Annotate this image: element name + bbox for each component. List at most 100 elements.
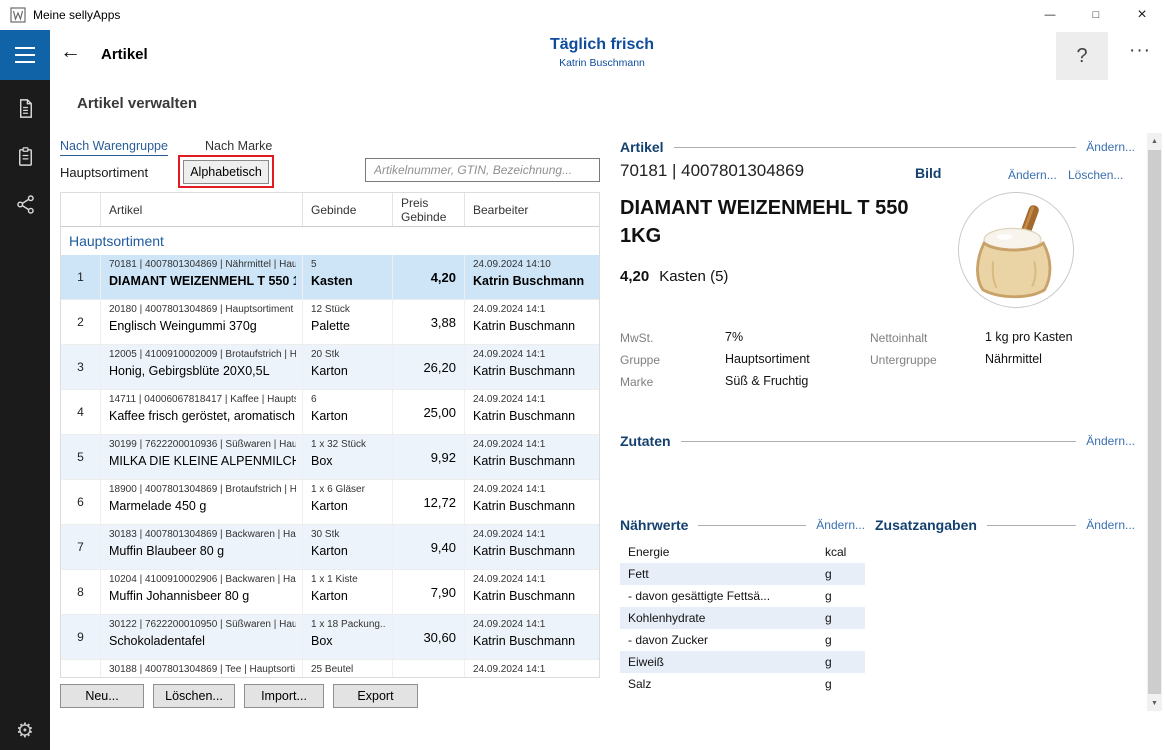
naehrwerte-row[interactable]: Eiweiß g <box>620 651 865 673</box>
delete-button[interactable]: Löschen... <box>153 684 235 708</box>
gear-icon: ⚙ <box>16 718 34 743</box>
price-cell: 3,88 <box>393 300 465 344</box>
artikel-section-title: Artikel <box>620 139 664 155</box>
zusatzangaben-section-title: Zusatzangaben <box>875 517 977 533</box>
alphabetisch-button[interactable]: Alphabetisch <box>183 160 269 184</box>
article-cell: 10204 | 4100910002906 | Backwaren | Hau.… <box>101 570 303 614</box>
table-header: Artikel Gebinde Preis Gebinde Bearbeiter <box>61 193 599 227</box>
gebinde-cell: 12 Stück Palette <box>303 300 393 344</box>
editor-name: Katrin Buschmann <box>473 634 593 648</box>
col-gebinde[interactable]: Gebinde <box>303 193 393 226</box>
scroll-up-button[interactable]: ▲ <box>1147 133 1162 149</box>
sidebar-item-documents[interactable] <box>0 92 50 124</box>
close-button[interactable]: × <box>1119 0 1165 30</box>
table-row[interactable]: 7 30183 | 4007801304869 | Backwaren | Ha… <box>61 525 599 570</box>
gebinde-unit: Karton <box>311 409 386 423</box>
untergruppe-value: Nährmittel <box>985 352 1042 366</box>
edit-date: 24.09.2024 14:1 <box>473 574 593 585</box>
article-name: Honig, Gebirgsblüte 20X0,5L <box>109 364 296 378</box>
product-image[interactable] <box>958 192 1074 308</box>
minimize-button[interactable]: — <box>1027 0 1073 30</box>
company-name: Täglich frisch <box>492 36 712 54</box>
more-button[interactable]: ··· <box>1118 40 1162 62</box>
scroll-down-button[interactable]: ▼ <box>1147 695 1162 711</box>
table-row[interactable]: 6 18900 | 4007801304869 | Brotaufstrich … <box>61 480 599 525</box>
article-cell: 30199 | 7622200010936 | Süßwaren | Haup.… <box>101 435 303 479</box>
new-button[interactable]: Neu... <box>60 684 144 708</box>
divider <box>987 525 1076 526</box>
col-preis-gebinde[interactable]: Preis Gebinde <box>393 193 465 226</box>
bild-change-link[interactable]: Ändern... <box>1008 168 1057 182</box>
table-row[interactable]: 1 70181 | 4007801304869 | Nährmittel | H… <box>61 255 599 300</box>
table-group-header[interactable]: Hauptsortiment <box>61 227 599 255</box>
sidebar-item-share[interactable] <box>0 188 50 220</box>
editor-cell: 24.09.2024 14:1 Katrin Buschmann <box>465 390 599 434</box>
table-row[interactable]: 2 20180 | 4007801304869 | Hauptsortiment… <box>61 300 599 345</box>
editor-name: Katrin Buschmann <box>473 319 593 333</box>
divider <box>698 525 806 526</box>
gebinde-unit: Karton <box>311 589 386 603</box>
scrollbar[interactable]: ▲ ▼ <box>1147 133 1162 711</box>
editor-name: Katrin Buschmann <box>473 364 593 378</box>
import-button[interactable]: Import... <box>244 684 324 708</box>
edit-date: 24.09.2024 14:1 <box>473 439 593 450</box>
naehrwerte-row[interactable]: Fett g <box>620 563 865 585</box>
group-selector[interactable]: Hauptsortiment <box>60 165 148 180</box>
scroll-thumb[interactable] <box>1148 150 1161 694</box>
naehrwerte-row[interactable]: Salz g <box>620 673 865 695</box>
table-row[interactable]: 30188 | 4007801304869 | Tee | Hauptsorti… <box>61 660 599 678</box>
naehrwerte-row[interactable]: Kohlenhydrate g <box>620 607 865 629</box>
table-row[interactable]: 8 10204 | 4100910002906 | Backwaren | Ha… <box>61 570 599 615</box>
help-button[interactable]: ? <box>1056 32 1108 80</box>
mwst-label: MwSt. <box>620 331 653 345</box>
sidebar: ⚙ <box>0 30 50 750</box>
naehrwerte-row[interactable]: - davon Zucker g <box>620 629 865 651</box>
tab-nach-warengruppe[interactable]: Nach Warengruppe <box>60 139 168 156</box>
sidebar-item-articles[interactable] <box>0 140 50 172</box>
zusatzangaben-change-link[interactable]: Ändern... <box>1086 518 1135 532</box>
price-cell: 9,92 <box>393 435 465 479</box>
window-title: Meine sellyApps <box>33 0 120 30</box>
row-number <box>61 660 101 678</box>
zutaten-change-link[interactable]: Ändern... <box>1086 434 1135 448</box>
menu-button[interactable] <box>0 30 50 80</box>
divider <box>674 147 1077 148</box>
table-row[interactable]: 4 14711 | 04006067818417 | Kaffee | Haup… <box>61 390 599 435</box>
naehrwerte-row[interactable]: Energie kcal <box>620 541 865 563</box>
table-row[interactable]: 9 30122 | 7622200010950 | Süßwaren | Hau… <box>61 615 599 660</box>
flour-sack-image <box>959 193 1073 307</box>
tab-nach-marke[interactable]: Nach Marke <box>205 139 272 153</box>
gebinde-cell: 1 x 18 Packung... Box <box>303 615 393 659</box>
col-artikel[interactable]: Artikel <box>101 193 303 226</box>
nettoinhalt-value: 1 kg pro Kasten <box>985 330 1073 344</box>
export-button[interactable]: Export <box>333 684 418 708</box>
row-number: 9 <box>61 615 101 659</box>
editor-cell: 24.09.2024 14:1 Katrin Buschmann <box>465 300 599 344</box>
table-row[interactable]: 3 12005 | 4100910002009 | Brotaufstrich … <box>61 345 599 390</box>
back-button[interactable]: ← <box>60 40 81 64</box>
col-bearbeiter[interactable]: Bearbeiter <box>465 193 599 226</box>
col-rownum[interactable] <box>61 193 101 226</box>
naehrwerte-row[interactable]: - davon gesättigte Fettsä... g <box>620 585 865 607</box>
bild-delete-link[interactable]: Löschen... <box>1068 168 1123 182</box>
artikel-change-link[interactable]: Ändern... <box>1086 140 1135 154</box>
account-info[interactable]: Täglich frisch Katrin Buschmann <box>492 36 712 69</box>
naehrwerte-section-header: Nährwerte Ändern... <box>620 517 865 533</box>
article-info: 70181 | 4007801304869 | Nährmittel | Hau… <box>109 259 296 270</box>
search-input[interactable] <box>365 158 600 182</box>
article-cell: 18900 | 4007801304869 | Brotaufstrich | … <box>101 480 303 524</box>
article-cell: 30183 | 4007801304869 | Backwaren | Hau.… <box>101 525 303 569</box>
article-cell: 20180 | 4007801304869 | Hauptsortiment E… <box>101 300 303 344</box>
editor-cell: 24.09.2024 14:10 Katrin Buschmann <box>465 255 599 299</box>
settings-button[interactable]: ⚙ <box>0 714 50 746</box>
naehrwerte-change-link[interactable]: Ändern... <box>816 518 865 532</box>
editor-cell: 24.09.2024 14:1 Katrin Buschmann <box>465 615 599 659</box>
maximize-button[interactable]: □ <box>1073 0 1119 30</box>
gebinde-qty: 25 Beutel <box>311 664 386 675</box>
gebinde-cell: 25 Beutel <box>303 660 393 678</box>
article-info: 10204 | 4100910002906 | Backwaren | Hau.… <box>109 574 296 585</box>
table-row[interactable]: 5 30199 | 7622200010936 | Süßwaren | Hau… <box>61 435 599 480</box>
user-name: Katrin Buschmann <box>492 57 712 69</box>
editor-cell: 24.09.2024 14:1 Katrin Buschmann <box>465 345 599 389</box>
editor-name: Katrin Buschmann <box>473 454 593 468</box>
